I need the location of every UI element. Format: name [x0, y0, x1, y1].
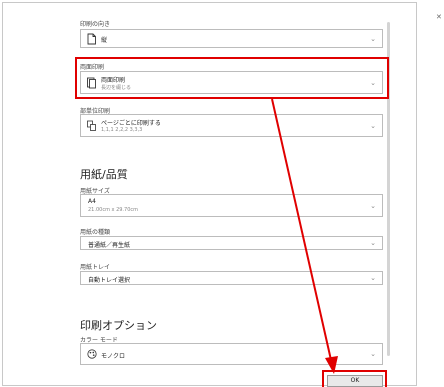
- annotation-arrow: [271, 98, 338, 374]
- highlight-box-ok: [322, 370, 387, 387]
